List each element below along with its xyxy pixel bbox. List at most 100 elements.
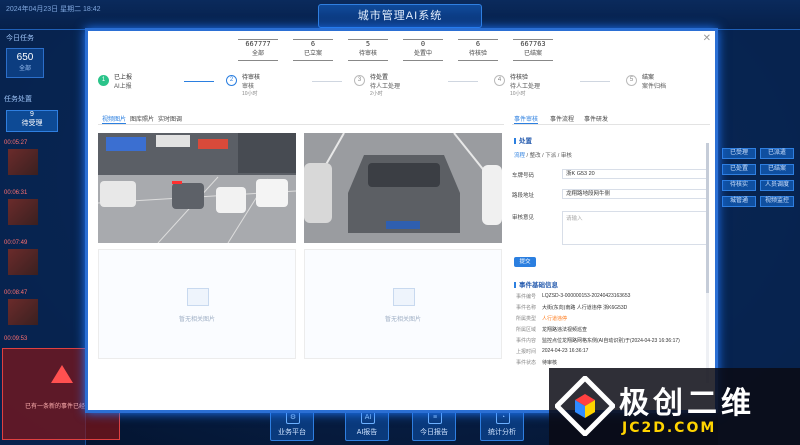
top-bar: 2024年04月23日 星期二 18:42 城市管理AI系统 bbox=[0, 0, 800, 30]
empty-image-slot: 暂无相关图片 bbox=[304, 249, 502, 359]
plate-field[interactable]: 浙K G53 20 bbox=[562, 169, 708, 179]
counter-closed[interactable]: 667763 已结案 bbox=[513, 39, 553, 61]
nav-label: 今日报告 bbox=[420, 429, 448, 436]
task-time: 00:06:31 bbox=[4, 190, 28, 196]
step-title: 已上报 bbox=[114, 75, 133, 81]
review-tabs: 事件审核 事件流程 事件研发 bbox=[512, 113, 710, 125]
task-time: 00:05:27 bbox=[4, 140, 28, 146]
right-btn[interactable]: 已结案 bbox=[760, 164, 794, 175]
step-time: 2小时 bbox=[370, 91, 383, 97]
info-key: 事件状态 bbox=[516, 360, 537, 366]
app-title: 城市管理AI系统 bbox=[318, 4, 482, 28]
image-placeholder-icon bbox=[393, 288, 415, 306]
info-value: 2024-04-23 16:36:17 bbox=[542, 348, 589, 354]
counter-label: 待核验 bbox=[468, 51, 487, 57]
step-connector bbox=[580, 81, 610, 82]
road-field[interactable]: 龙翔路地段网牛侧 bbox=[562, 189, 708, 199]
tab-pending[interactable]: 9 待受理 bbox=[6, 110, 58, 132]
info-value: 大街(东向)南路 人行道违停 浙K6G53D bbox=[542, 305, 628, 311]
info-key: 所属区域 bbox=[516, 327, 537, 333]
counter-processing[interactable]: 0 处置中 bbox=[403, 39, 443, 61]
stat-label: 全部 bbox=[18, 66, 31, 72]
right-btn[interactable]: 已派遣 bbox=[760, 148, 794, 159]
step-dispose: 3 待处置 待人工处理 2小时 bbox=[354, 69, 432, 105]
info-row: 所属类型 人行道违停 bbox=[512, 315, 710, 325]
flow-links: 流程 / 整改 / 下派 / 审核 bbox=[514, 153, 572, 159]
right-btn[interactable]: 已受理 bbox=[722, 148, 756, 159]
step-number: 2 bbox=[226, 75, 237, 86]
task-row[interactable]: 00:06:31 bbox=[4, 190, 82, 230]
counter-label: 处置中 bbox=[413, 51, 432, 57]
step-sub: 待人工处理 bbox=[510, 84, 541, 90]
empty-image-slot: 暂无相关图片 bbox=[98, 249, 296, 359]
info-key: 上报时间 bbox=[516, 349, 537, 355]
step-sub: 审核 bbox=[242, 84, 255, 90]
nav-label: 统计分析 bbox=[488, 429, 516, 436]
counter-num: 6 bbox=[310, 40, 316, 48]
tab-event-flow[interactable]: 事件流程 bbox=[550, 114, 574, 123]
dispatch-title: 任务处置 bbox=[4, 96, 32, 103]
nav-label: AI报告 bbox=[356, 429, 378, 436]
task-time: 00:09:53 bbox=[4, 336, 28, 342]
step-reported: 1 已上报 AI上报 bbox=[98, 69, 176, 105]
info-value: 监控点位龙翔路网格东侧(AI自动识别)于(2024-04-23 16:36:17… bbox=[542, 338, 680, 344]
tab-event-dev[interactable]: 事件研发 bbox=[584, 114, 608, 123]
stat-all[interactable]: 650 全部 bbox=[6, 48, 44, 78]
right-btn[interactable]: 城管通 bbox=[722, 196, 756, 207]
info-key: 事件编号 bbox=[516, 294, 537, 300]
info-key: 事件内容 bbox=[516, 338, 537, 344]
right-btn[interactable]: 待核实 bbox=[722, 180, 756, 191]
task-row[interactable]: 00:05:27 bbox=[4, 140, 82, 180]
step-number: 5 bbox=[626, 75, 637, 86]
step-number: 4 bbox=[494, 75, 505, 86]
info-key: 事件名称 bbox=[516, 305, 537, 311]
close-icon[interactable]: ✕ bbox=[703, 33, 711, 44]
step-closed: 5 结案 案件归档 bbox=[626, 69, 704, 105]
info-value: LQZSD-3-000000153-20240423163653 bbox=[542, 293, 631, 299]
section-info-title: 事件基础信息 bbox=[514, 279, 558, 289]
street-photo[interactable] bbox=[98, 133, 296, 243]
right-btn[interactable]: 视频监控 bbox=[760, 196, 794, 207]
flow-link[interactable]: 流程 bbox=[514, 153, 525, 159]
step-title: 待审核 bbox=[242, 75, 261, 81]
info-row: 事件编号 LQZSD-3-000000153-20240423163653 bbox=[512, 293, 710, 303]
info-row: 事件内容 监控点位龙翔路网格东侧(AI自动识别)于(2024-04-23 16:… bbox=[512, 337, 710, 347]
flow-link[interactable]: 下派 bbox=[545, 153, 556, 159]
counter-filed[interactable]: 6 已立案 bbox=[293, 39, 333, 61]
image-placeholder-icon bbox=[187, 288, 209, 306]
right-btn[interactable]: 人员调度 bbox=[760, 180, 794, 191]
today-task-title: 今日任务 bbox=[6, 35, 34, 42]
plate-label: 车牌号码 bbox=[512, 173, 535, 179]
review-panel: 事件审核 事件流程 事件研发 处置 流程 / 整改 / 下派 / 审核 车牌号码… bbox=[512, 113, 710, 408]
nav-label: 业务平台 bbox=[278, 429, 306, 436]
counter-label: 已立案 bbox=[303, 51, 322, 57]
tab-realtime[interactable]: 实时图调 bbox=[158, 114, 182, 123]
car-closeup-image bbox=[304, 133, 502, 243]
scrollbar-thumb[interactable] bbox=[706, 143, 709, 293]
step-time: 10小时 bbox=[242, 91, 258, 97]
step-review: 2 待审核 审核 10小时 bbox=[226, 69, 304, 105]
tab-event-review[interactable]: 事件审核 bbox=[514, 114, 539, 124]
flow-link[interactable]: 审核 bbox=[561, 153, 572, 159]
flow-link[interactable]: 整改 bbox=[530, 153, 541, 159]
right-btn[interactable]: 已处置 bbox=[722, 164, 756, 175]
tab-label: 待受理 bbox=[21, 120, 43, 127]
tab-gallery[interactable]: 图库照片 bbox=[130, 114, 154, 123]
top-datetime: 2024年04月23日 星期二 18:42 bbox=[6, 6, 101, 13]
scrollbar[interactable] bbox=[706, 143, 709, 383]
counter-num: 667777 bbox=[245, 40, 271, 48]
counter-review[interactable]: 5 待审核 bbox=[348, 39, 388, 61]
process-steps: 1 已上报 AI上报 2 待审核 审核 10小时 3 待处置 待人工处理 2小时… bbox=[98, 69, 708, 105]
counter-all[interactable]: 667777 全部 bbox=[238, 39, 278, 61]
task-row[interactable]: 00:08:47 bbox=[4, 290, 82, 330]
car-closeup-photo[interactable] bbox=[304, 133, 502, 243]
task-row[interactable]: 00:07:49 bbox=[4, 240, 82, 280]
submit-button[interactable]: 提交 bbox=[514, 257, 536, 267]
step-connector bbox=[312, 81, 342, 82]
road-label: 路段地址 bbox=[512, 193, 535, 199]
counter-verify[interactable]: 6 待核验 bbox=[458, 39, 498, 61]
watermark: 极创二维 JC2D.COM bbox=[549, 368, 800, 445]
opinion-textarea[interactable]: 请输入 bbox=[562, 211, 708, 245]
counter-num: 667763 bbox=[520, 40, 546, 48]
tab-video-image[interactable]: 视频图片 bbox=[102, 114, 127, 124]
